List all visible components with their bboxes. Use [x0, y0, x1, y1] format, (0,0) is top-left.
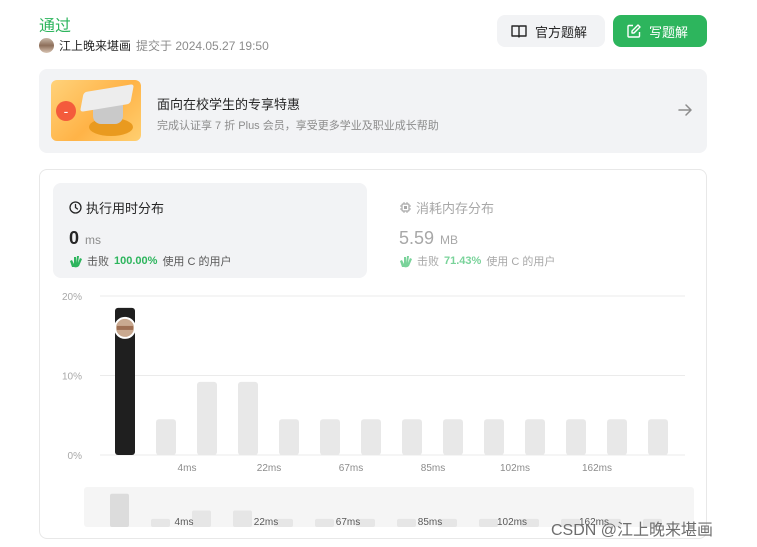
x-tick-label: 85ms — [421, 463, 445, 474]
chart-bar — [279, 419, 299, 455]
runtime-beat-prefix: 击败 — [87, 256, 109, 268]
minimap-bar — [233, 510, 252, 527]
x-tick-label: 67ms — [339, 463, 363, 474]
minimap-tick-label: 102ms — [497, 517, 527, 528]
chip-icon — [400, 202, 411, 213]
chart-bar — [156, 419, 176, 455]
runtime-label: 执行用时分布 — [69, 198, 164, 217]
submitted-time: 提交于 2024.05.27 19:50 — [136, 39, 269, 53]
minimap-bar — [192, 510, 211, 527]
memory-value: 5.59 MB — [399, 228, 458, 249]
author-name[interactable]: 江上晚来堪画 — [59, 37, 131, 54]
minimap-bar — [397, 518, 416, 527]
minimap-tick-label: 4ms — [175, 517, 194, 528]
student-promo-banner[interactable]: - 面向在校学生的专享特惠 完成认证享 7 折 Plus 会员，享受更多学业及职… — [39, 69, 707, 153]
watermark: CSDN @江上晚来堪画 — [551, 522, 714, 539]
write-solution-button[interactable]: 写题解 — [613, 15, 707, 47]
minimap-tick-label: 67ms — [336, 517, 360, 528]
runtime-stat-tab[interactable]: 执行用时分布 0 ms 击败 100.00% 使用 C 的用户 — [53, 183, 367, 278]
user-avatar-stripe — [117, 325, 133, 330]
memory-beat-suffix: 使用 C 的用户 — [486, 256, 556, 268]
memory-beat-percent: 71.43% — [444, 255, 482, 267]
edit-icon — [627, 24, 641, 38]
chart-bar — [648, 419, 668, 455]
minimap-tick-label: 22ms — [254, 517, 278, 528]
runtime-unit: ms — [85, 233, 102, 247]
book-icon — [511, 25, 527, 38]
memory-beat-prefix: 击败 — [417, 256, 439, 268]
clock-icon — [69, 201, 82, 214]
chart-bar — [197, 381, 217, 455]
memory-number: 5.59 — [399, 228, 435, 248]
x-tick-label: 4ms — [178, 463, 197, 474]
avatar[interactable] — [39, 38, 54, 53]
minimap-bar — [479, 518, 498, 527]
write-solution-label: 写题解 — [649, 24, 689, 40]
x-tick-label: 162ms — [582, 463, 612, 474]
graduation-cap-illustration: - — [51, 80, 141, 141]
chart-bar — [238, 381, 258, 455]
memory-unit: MB — [440, 233, 459, 247]
submission-status: 通过 — [39, 18, 72, 35]
chart-bar — [320, 419, 340, 455]
chart-bar — [484, 419, 504, 455]
minimap-bar — [110, 493, 129, 527]
submission-meta: 江上晚来堪画 提交于 2024.05.27 19:50 — [39, 37, 269, 54]
runtime-number: 0 — [69, 228, 80, 248]
chart-bar — [607, 419, 627, 455]
arrow-right-icon[interactable] — [677, 102, 693, 118]
chart-bar — [443, 419, 463, 455]
runtime-value: 0 ms — [69, 228, 101, 249]
minimap-bar — [151, 518, 170, 527]
minimap-tick-label: 85ms — [418, 517, 442, 528]
memory-label: 消耗内存分布 — [399, 198, 494, 217]
clap-icon — [70, 255, 82, 267]
chart-bar — [525, 419, 545, 455]
memory-beat: 击败 71.43% 使用 C 的用户 — [399, 253, 555, 269]
distribution-card: 0% 10% 20% 4ms 22ms 67ms 85ms 102ms 162ms 4ms 22ms… — [39, 169, 707, 539]
memory-stat-tab[interactable]: 消耗内存分布 5.59 MB 击败 71.43% 使用 C 的用户 — [383, 183, 683, 278]
y-tick-label: 20% — [62, 292, 82, 303]
chart-bar — [566, 419, 586, 455]
x-tick-label: 22ms — [257, 463, 281, 474]
promo-subtitle: 完成认证享 7 折 Plus 会员，享受更多学业及职业成长帮助 — [157, 120, 439, 132]
minimap-bar — [315, 518, 334, 527]
runtime-beat-suffix: 使用 C 的用户 — [162, 256, 232, 268]
runtime-beat: 击败 100.00% 使用 C 的用户 — [69, 253, 232, 269]
chart-bar — [361, 419, 381, 455]
official-solution-label: 官方题解 — [535, 24, 588, 40]
clap-icon — [400, 255, 412, 267]
runtime-label-text: 执行用时分布 — [86, 201, 165, 216]
y-tick-label: 0% — [68, 451, 83, 462]
official-solution-button[interactable]: 官方题解 — [497, 15, 605, 47]
y-tick-label: 10% — [62, 372, 82, 383]
promo-title: 面向在校学生的专享特惠 — [157, 97, 301, 112]
x-tick-label: 102ms — [500, 463, 530, 474]
memory-label-text: 消耗内存分布 — [416, 201, 495, 216]
chart-bar — [402, 419, 422, 455]
runtime-beat-percent: 100.00% — [114, 255, 158, 267]
